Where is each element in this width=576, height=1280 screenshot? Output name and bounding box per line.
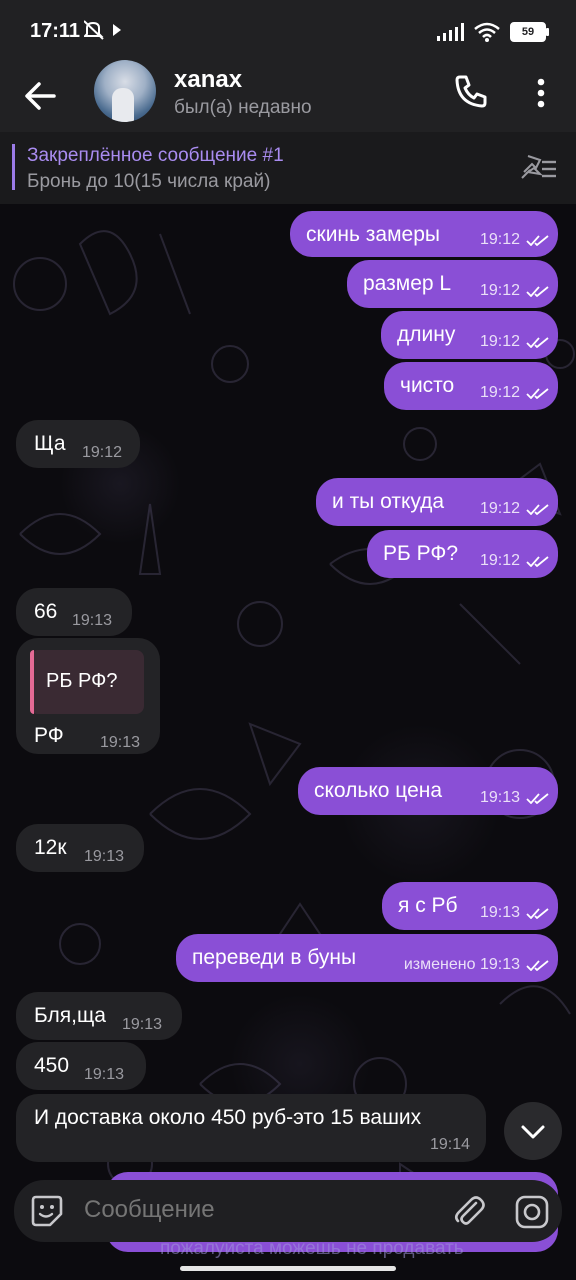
avatar[interactable] xyxy=(94,60,156,122)
chevron-down-icon xyxy=(521,1125,545,1139)
status-time: 17:11 xyxy=(30,20,81,42)
double-check-icon xyxy=(526,793,549,804)
message-incoming[interactable]: 12к 19:13 xyxy=(16,824,144,872)
double-check-icon xyxy=(526,556,549,567)
paperclip-icon[interactable] xyxy=(452,1194,486,1228)
message-outgoing[interactable]: и ты откуда 19:12 xyxy=(316,478,558,526)
pin-list-icon[interactable] xyxy=(520,154,558,182)
wifi-icon xyxy=(474,22,500,42)
scroll-down-button[interactable] xyxy=(504,1102,562,1160)
pinned-title: Закреплённое сообщение #1 xyxy=(27,145,284,166)
home-indicator[interactable] xyxy=(180,1266,396,1271)
phone-icon[interactable] xyxy=(454,74,488,108)
battery-icon: 59 xyxy=(510,22,549,42)
message-outgoing[interactable]: чисто 19:12 xyxy=(384,362,558,410)
message-outgoing[interactable]: скинь замеры 19:12 xyxy=(290,211,558,257)
signal-icon xyxy=(437,23,464,41)
mute-icon xyxy=(82,20,121,40)
double-check-icon xyxy=(526,235,549,246)
pinned-message[interactable]: Закреплённое сообщение #1 Бронь до 10(15… xyxy=(0,132,576,204)
back-arrow-icon[interactable] xyxy=(22,76,62,116)
message-outgoing[interactable]: РБ РФ? 19:12 xyxy=(367,530,558,578)
more-vertical-icon[interactable] xyxy=(526,76,556,110)
message-outgoing[interactable]: длину 19:12 xyxy=(381,311,558,359)
message-composer xyxy=(14,1180,562,1242)
message-input[interactable] xyxy=(82,1195,416,1225)
message-incoming[interactable]: 450 19:13 xyxy=(16,1042,146,1090)
camera-icon[interactable] xyxy=(514,1194,550,1230)
message-outgoing[interactable]: переведи в буны изменено 19:13 xyxy=(176,934,558,982)
chat-title[interactable]: xanax xyxy=(174,66,242,94)
double-check-icon xyxy=(526,908,549,919)
chat-header: xanax был(а) недавно xyxy=(0,60,576,132)
message-incoming-reply[interactable]: РБ РФ? РФ 19:13 xyxy=(16,638,160,754)
status-bar: 17:11 59 xyxy=(0,0,576,64)
double-check-icon xyxy=(526,960,549,971)
message-outgoing[interactable]: сколько цена 19:13 xyxy=(298,767,558,815)
pinned-text: Бронь до 10(15 числа край) xyxy=(27,171,271,192)
reply-quote[interactable]: РБ РФ? xyxy=(30,650,144,714)
double-check-icon xyxy=(526,388,549,399)
double-check-icon xyxy=(526,286,549,297)
message-incoming[interactable]: Бля,ща 19:13 xyxy=(16,992,182,1040)
last-seen-status: был(а) недавно xyxy=(174,97,312,118)
status-icons xyxy=(82,20,128,45)
message-outgoing[interactable]: я с Рб 19:13 xyxy=(382,882,558,930)
message-incoming[interactable]: 66 19:13 xyxy=(16,588,132,636)
double-check-icon xyxy=(526,504,549,515)
status-right: 59 xyxy=(437,22,549,42)
pinned-indicator xyxy=(12,144,15,190)
chat-area: скинь замеры 19:12 размер L 19:12 длину … xyxy=(0,204,576,1280)
message-outgoing[interactable]: размер L 19:12 xyxy=(347,260,558,308)
message-incoming[interactable]: Ща 19:12 xyxy=(16,420,140,468)
double-check-icon xyxy=(526,337,549,348)
edited-label: изменено xyxy=(403,956,476,973)
message-incoming[interactable]: И доставка около 450 руб-это 15 ваших 19… xyxy=(16,1094,486,1162)
emoji-sticker-icon[interactable] xyxy=(30,1194,64,1228)
